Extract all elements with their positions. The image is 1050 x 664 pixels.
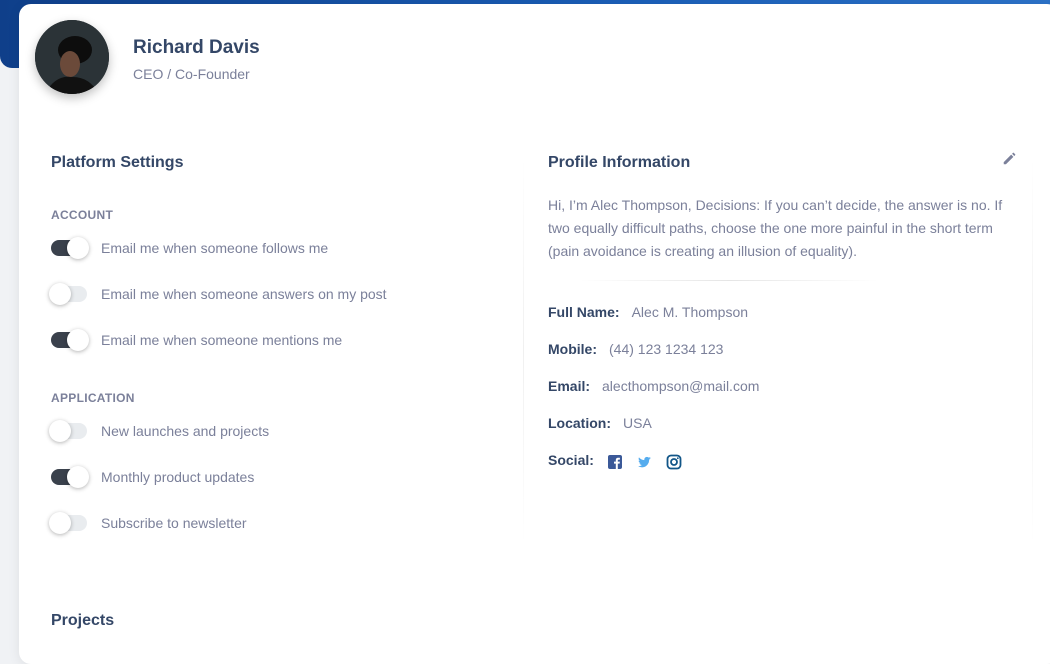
application-group-label: APPLICATION bbox=[51, 391, 135, 405]
facebook-icon[interactable] bbox=[607, 454, 623, 470]
info-mobile: Mobile: (44) 123 1234 123 bbox=[548, 341, 723, 357]
toggle-launches[interactable] bbox=[49, 420, 87, 442]
avatar bbox=[35, 20, 109, 94]
column-divider bbox=[523, 156, 524, 546]
info-email: Email: alecthompson@mail.com bbox=[548, 378, 759, 394]
toggle-answers[interactable] bbox=[49, 283, 87, 305]
account-group-label: ACCOUNT bbox=[51, 208, 114, 222]
info-label: Location: bbox=[548, 415, 611, 431]
setting-label: Email me when someone follows me bbox=[101, 240, 329, 256]
info-label: Email: bbox=[548, 378, 591, 394]
twitter-icon[interactable] bbox=[636, 454, 652, 470]
setting-label: New launches and projects bbox=[101, 423, 270, 439]
profile-information-title: Profile Information bbox=[548, 154, 691, 171]
toggle-follows[interactable] bbox=[51, 237, 89, 259]
user-name: Richard Davis bbox=[133, 37, 260, 58]
setting-label: Monthly product updates bbox=[101, 469, 255, 485]
info-value: USA bbox=[623, 415, 652, 431]
info-value: alecthompson@mail.com bbox=[602, 378, 760, 394]
profile-bio: Hi, I’m Alec Thompson, Decisions: If you… bbox=[548, 197, 1003, 259]
toggle-knob bbox=[67, 466, 89, 488]
setting-label: Subscribe to newsletter bbox=[101, 515, 247, 531]
setting-label: Email me when someone mentions me bbox=[101, 332, 343, 348]
info-social: Social: bbox=[548, 452, 748, 472]
setting-label: Email me when someone answers on my post bbox=[101, 286, 387, 302]
toggle-knob bbox=[49, 283, 71, 305]
column-divider-right bbox=[1032, 156, 1033, 546]
info-label: Full Name: bbox=[548, 304, 620, 320]
projects-title: Projects bbox=[51, 612, 115, 629]
info-label: Social: bbox=[548, 452, 594, 468]
info-value: (44) 123 1234 123 bbox=[609, 341, 724, 357]
toggle-newsletter[interactable] bbox=[49, 512, 87, 534]
platform-settings-title: Platform Settings bbox=[51, 154, 184, 171]
info-label: Mobile: bbox=[548, 341, 597, 357]
instagram-icon[interactable] bbox=[666, 454, 682, 470]
pencil-icon[interactable] bbox=[1002, 152, 1018, 168]
info-value: Alec M. Thompson bbox=[631, 304, 749, 320]
toggle-knob bbox=[67, 329, 89, 351]
toggle-knob bbox=[49, 420, 71, 442]
info-full-name: Full Name: Alec M. Thompson bbox=[548, 304, 748, 320]
info-location: Location: USA bbox=[548, 415, 652, 431]
toggle-knob bbox=[67, 237, 89, 259]
user-role: CEO / Co-Founder bbox=[133, 66, 250, 82]
toggle-mentions[interactable] bbox=[51, 329, 89, 351]
profile-card: Richard Davis CEO / Co-Founder Platform … bbox=[19, 4, 1050, 664]
toggle-knob bbox=[49, 512, 71, 534]
toggle-product-updates[interactable] bbox=[51, 466, 89, 488]
bio-divider bbox=[579, 280, 879, 281]
